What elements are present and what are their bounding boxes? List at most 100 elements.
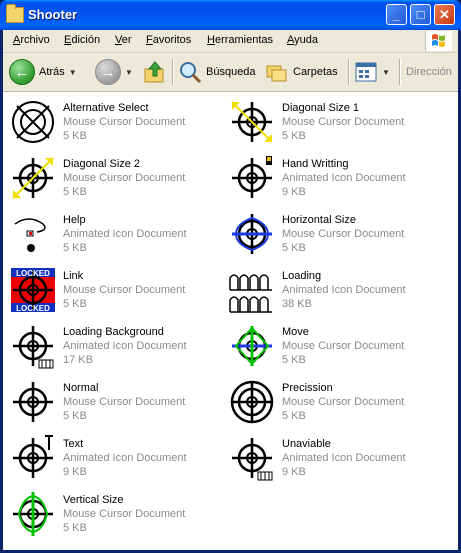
file-item[interactable]: Help Animated Icon Document 5 KB — [5, 206, 215, 260]
file-size: 5 KB — [63, 186, 87, 198]
file-type: Mouse Cursor Document — [282, 340, 405, 352]
file-item[interactable]: Unaviable Animated Icon Document 9 KB — [224, 430, 434, 484]
file-name: Loading — [282, 270, 322, 282]
file-list: Alternative Select Mouse Cursor Document… — [3, 92, 458, 550]
file-type: Mouse Cursor Document — [63, 508, 186, 520]
toolbar-separator — [399, 59, 401, 85]
folders-button[interactable]: Carpetas — [265, 58, 338, 86]
help-cursor-icon — [14, 218, 46, 252]
magnifier-icon — [180, 62, 202, 84]
file-item[interactable]: Loading Background Animated Icon Documen… — [5, 318, 215, 372]
file-type: Mouse Cursor Document — [282, 396, 405, 408]
back-arrow-icon: ← — [9, 59, 35, 85]
diagonal-size-2-cursor-icon — [12, 157, 54, 199]
file-type: Mouse Cursor Document — [63, 172, 186, 184]
maximize-button[interactable]: □ — [410, 4, 431, 25]
forward-dropdown-icon[interactable]: ▼ — [125, 68, 133, 77]
toolbar-separator — [348, 59, 350, 85]
toolbar: ← Atrás ▼ → ▼ Búsqueda Carpetas ▼ Direcc… — [3, 53, 458, 92]
folders-icon — [266, 65, 287, 82]
file-size: 5 KB — [282, 242, 306, 254]
file-size: 5 KB — [63, 298, 87, 310]
file-name: Vertical Size — [63, 494, 124, 506]
file-size: 5 KB — [63, 130, 87, 142]
diagonal-size-1-cursor-icon — [231, 101, 273, 143]
file-item[interactable]: Diagonal Size 2 Mouse Cursor Document 5 … — [5, 150, 215, 204]
minimize-button[interactable]: _ — [386, 4, 407, 25]
file-name: Horizontal Size — [282, 214, 356, 226]
menu-favoritos[interactable]: Favoritos — [146, 34, 191, 46]
close-button[interactable]: ✕ — [434, 4, 455, 25]
file-type: Animated Icon Document — [63, 228, 187, 240]
folder-icon — [6, 4, 24, 23]
file-item[interactable]: Normal Mouse Cursor Document 5 KB — [5, 374, 215, 428]
back-button[interactable]: ← Atrás ▼ — [9, 58, 77, 86]
title-bar[interactable]: Shooter _ □ ✕ — [0, 0, 461, 30]
menu-ayuda[interactable]: Ayuda — [287, 34, 318, 46]
file-size: 9 KB — [63, 466, 87, 478]
file-item[interactable]: Alternative Select Mouse Cursor Document… — [5, 94, 215, 148]
horizontal-size-cursor-icon — [232, 214, 272, 254]
unaviable-cursor-icon — [232, 438, 273, 481]
up-folder-button[interactable] — [143, 58, 167, 86]
menu-archivo[interactable]: Archivo — [13, 34, 50, 46]
file-item[interactable]: Diagonal Size 1 Mouse Cursor Document 5 … — [224, 94, 434, 148]
back-dropdown-icon[interactable]: ▼ — [69, 68, 77, 77]
file-item[interactable]: Vertical Size Mouse Cursor Document 5 KB — [5, 486, 215, 540]
explorer-window: Shooter _ □ ✕ Archivo Edición Ver Favori… — [0, 0, 461, 553]
file-size: 17 KB — [63, 354, 93, 366]
folders-label: Carpetas — [293, 66, 338, 78]
link-cursor-icon: LOCKED LOCKED — [11, 268, 55, 313]
views-icon — [355, 62, 377, 82]
file-item[interactable]: Text Animated Icon Document 9 KB — [5, 430, 215, 484]
file-type: Mouse Cursor Document — [63, 396, 186, 408]
precission-cursor-icon — [230, 380, 274, 424]
file-name: Unaviable — [282, 438, 331, 450]
file-type: Animated Icon Document — [63, 452, 187, 464]
back-label: Atrás — [39, 66, 65, 78]
menu-herramientas[interactable]: Herramientas — [207, 34, 273, 46]
file-name: Text — [63, 438, 84, 450]
file-item[interactable]: Move Mouse Cursor Document 5 KB — [224, 318, 434, 372]
forward-arrow-icon: → — [95, 59, 121, 85]
file-size: 38 KB — [282, 298, 312, 310]
forward-button[interactable]: → ▼ — [95, 58, 133, 86]
address-label[interactable]: Dirección — [406, 58, 452, 86]
views-dropdown-icon[interactable]: ▼ — [382, 68, 390, 77]
file-size: 5 KB — [63, 410, 87, 422]
file-name: Loading Background — [63, 326, 164, 338]
views-button[interactable]: ▼ — [354, 58, 390, 86]
search-label: Búsqueda — [206, 66, 256, 78]
file-type: Animated Icon Document — [63, 340, 187, 352]
search-button[interactable]: Búsqueda — [178, 58, 256, 86]
file-type: Animated Icon Document — [282, 452, 406, 464]
file-item[interactable]: Horizontal Size Mouse Cursor Document 5 … — [224, 206, 434, 260]
file-item[interactable]: Precission Mouse Cursor Document 5 KB — [224, 374, 434, 428]
file-name: Diagonal Size 2 — [63, 158, 141, 170]
file-item[interactable]: Hand Writting Animated Icon Document 9 K… — [224, 150, 434, 204]
menu-ver[interactable]: Ver — [115, 34, 132, 46]
file-name: Link — [63, 270, 84, 282]
file-size: 5 KB — [63, 242, 87, 254]
file-size: 5 KB — [282, 410, 306, 422]
file-name: Alternative Select — [63, 102, 149, 114]
file-name: Diagonal Size 1 — [282, 102, 360, 114]
file-type: Mouse Cursor Document — [282, 228, 405, 240]
text-cursor-icon — [13, 435, 53, 478]
file-type: Mouse Cursor Document — [282, 116, 405, 128]
file-name: Move — [282, 326, 309, 338]
file-name: Help — [63, 214, 86, 226]
windows-logo-icon — [425, 31, 452, 51]
vertical-size-cursor-icon — [13, 492, 53, 536]
menu-edicion[interactable]: Edición — [64, 34, 100, 46]
normal-cursor-icon — [13, 382, 53, 422]
loading-cursor-icon — [229, 274, 272, 313]
loading-background-cursor-icon — [13, 326, 54, 369]
up-folder-icon — [144, 61, 164, 83]
file-item[interactable]: Loading Animated Icon Document 38 KB — [224, 262, 434, 316]
file-size: 5 KB — [282, 354, 306, 366]
file-size: 9 KB — [282, 186, 306, 198]
file-type: Mouse Cursor Document — [63, 284, 186, 296]
toolbar-separator — [172, 59, 174, 85]
file-item[interactable]: LOCKED LOCKED Link Mouse Cursor Document … — [5, 262, 215, 316]
